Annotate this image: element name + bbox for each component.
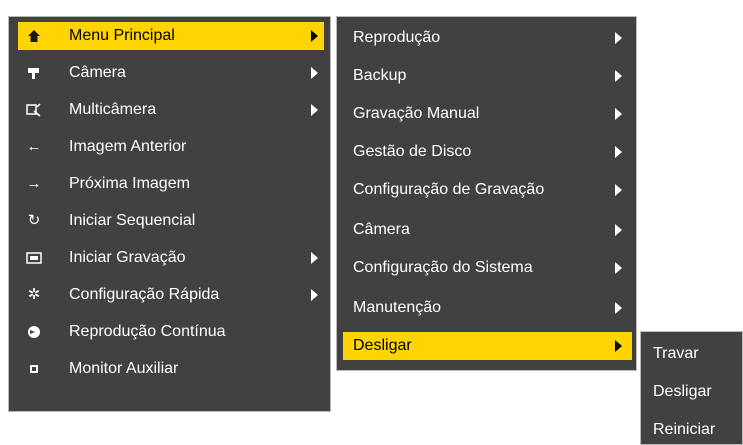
menu-item-label: Iniciar Gravação — [69, 249, 186, 266]
menu-item-label: Câmera — [69, 64, 126, 81]
arrow-left-icon: ← — [26, 138, 42, 155]
refresh-icon: ↻ — [27, 212, 41, 229]
submenu-item-reproducao[interactable]: Reprodução — [343, 24, 632, 52]
desligar-submenu: Travar Desligar Reiniciar — [640, 331, 743, 445]
power-item-reiniciar[interactable]: Reiniciar — [641, 416, 743, 444]
submenu-arrow-icon — [615, 184, 622, 196]
menu-item-configuracao-rapida[interactable]: ✲ Configuração Rápida — [18, 281, 324, 309]
submenu-item-desligar[interactable]: Desligar — [343, 332, 632, 360]
playback-icon — [26, 324, 42, 340]
submenu-item-gravacao-manual[interactable]: Gravação Manual — [343, 100, 632, 128]
menu-item-monitor-auxiliar[interactable]: Monitor Auxiliar — [18, 355, 324, 383]
menu-item-iniciar-gravacao[interactable]: Iniciar Gravação — [18, 244, 324, 272]
submenu-item-camera[interactable]: Câmera — [343, 216, 632, 244]
menu-item-camera[interactable]: Câmera — [18, 59, 324, 87]
menu-item-label: Configuração de Gravação — [353, 181, 545, 198]
menu-item-label: Monitor Auxiliar — [69, 360, 179, 377]
submenu-item-backup[interactable]: Backup — [343, 62, 632, 90]
multicamera-icon — [26, 102, 42, 118]
menu-item-proxima-imagem[interactable]: → Próxima Imagem — [18, 170, 324, 198]
menu-item-label: Próxima Imagem — [69, 175, 190, 192]
menu-item-multicamera[interactable]: Multicâmera — [18, 96, 324, 124]
menu-item-label: Configuração Rápida — [69, 286, 220, 303]
menu-item-label: Backup — [353, 67, 407, 84]
monitor-icon — [26, 361, 42, 377]
home-icon — [26, 28, 42, 44]
menu-item-reproducao-continua[interactable]: Reprodução Contínua — [18, 318, 324, 346]
power-item-desligar[interactable]: Desligar — [641, 378, 743, 406]
menu-item-label: Iniciar Sequencial — [69, 212, 196, 229]
menu-item-label: Configuração do Sistema — [353, 259, 533, 276]
submenu-arrow-icon — [615, 262, 622, 274]
gear-icon: ✲ — [27, 286, 41, 303]
arrow-right-icon: → — [26, 175, 42, 192]
submenu-item-configuracao-de-gravacao[interactable]: Configuração de Gravação — [343, 176, 632, 204]
menu-item-label: Desligar — [353, 337, 412, 354]
menu-item-iniciar-sequencial[interactable]: ↻ Iniciar Sequencial — [18, 207, 324, 235]
submenu-arrow-icon — [311, 252, 318, 264]
power-item-travar[interactable]: Travar — [641, 340, 743, 368]
menu-principal-submenu: Reprodução Backup Gravação Manual Gestão… — [336, 16, 637, 371]
menu-item-label: Imagem Anterior — [69, 138, 187, 155]
submenu-arrow-icon — [615, 32, 622, 44]
menu-item-label: Travar — [653, 345, 699, 362]
submenu-arrow-icon — [615, 70, 622, 82]
submenu-item-manutencao[interactable]: Manutenção — [343, 294, 632, 322]
submenu-arrow-icon — [311, 67, 318, 79]
submenu-item-configuracao-do-sistema[interactable]: Configuração do Sistema — [343, 254, 632, 282]
submenu-arrow-icon — [615, 108, 622, 120]
submenu-arrow-icon — [311, 104, 318, 116]
camera-icon — [26, 65, 42, 81]
menu-item-imagem-anterior[interactable]: ← Imagem Anterior — [18, 133, 324, 161]
menu-item-label: Desligar — [653, 383, 712, 400]
menu-item-label: Manutenção — [353, 299, 442, 316]
main-menu: Menu Principal Câmera Multicâmera ← Imag… — [8, 16, 331, 412]
submenu-arrow-icon — [615, 340, 622, 352]
menu-item-label: Reprodução — [353, 29, 441, 46]
submenu-arrow-icon — [615, 224, 622, 236]
menu-item-label: Reiniciar — [653, 421, 716, 438]
menu-item-label: Câmera — [353, 221, 410, 238]
submenu-arrow-icon — [311, 30, 318, 42]
submenu-arrow-icon — [615, 302, 622, 314]
menu-item-label: Reprodução Contínua — [69, 323, 226, 340]
record-icon — [26, 250, 42, 266]
submenu-arrow-icon — [311, 289, 318, 301]
menu-item-label: Gravação Manual — [353, 105, 480, 122]
submenu-arrow-icon — [615, 146, 622, 158]
submenu-item-gestao-de-disco[interactable]: Gestão de Disco — [343, 138, 632, 166]
menu-item-label: Menu Principal — [69, 27, 175, 44]
menu-item-menu-principal[interactable]: Menu Principal — [18, 22, 324, 50]
menu-item-label: Multicâmera — [69, 101, 157, 118]
menu-item-label: Gestão de Disco — [353, 143, 472, 160]
